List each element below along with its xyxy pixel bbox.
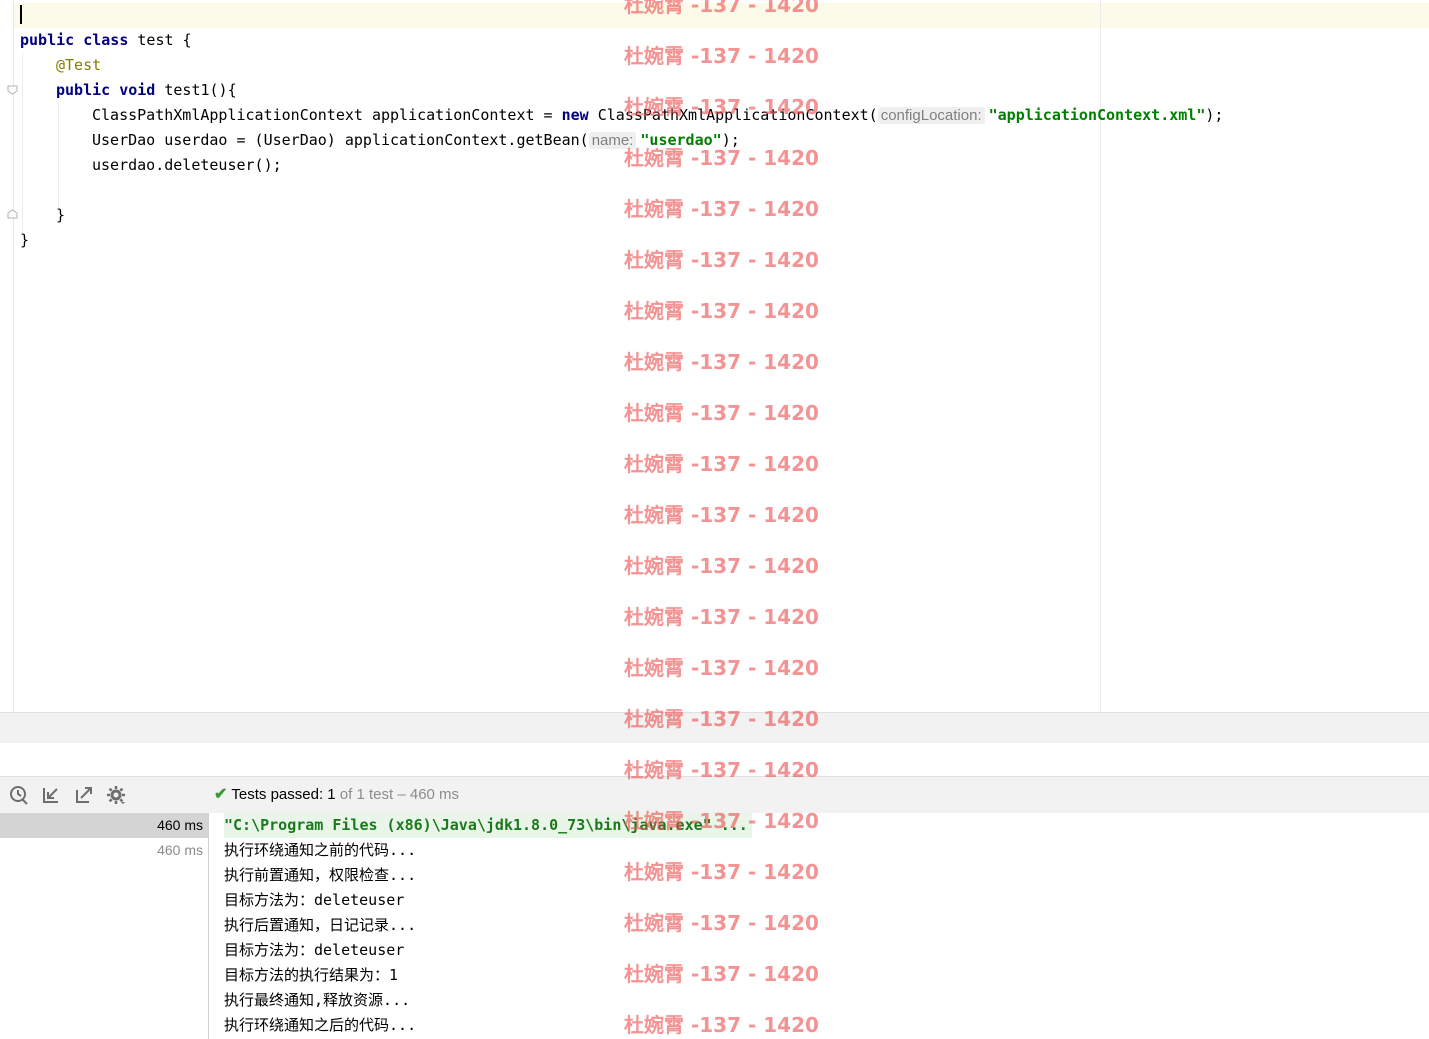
run-toolbar: ✔ Tests passed: 1 of 1 test – 460 ms: [0, 777, 1429, 814]
code-token: test1(){: [164, 81, 237, 99]
status-label: Tests passed:: [231, 786, 328, 803]
code-token: );: [1205, 106, 1224, 124]
code-token: }: [20, 231, 30, 249]
editor-gutter: [13, 0, 14, 712]
current-line-highlight: [14, 3, 1429, 28]
code-token: "applicationContext.xml": [988, 106, 1206, 124]
parameter-hint: configLocation:: [877, 107, 985, 124]
import-tests-icon[interactable]: [41, 785, 61, 805]
code-editor[interactable]: public class test { @Test public void test…: [0, 0, 1429, 712]
code-line[interactable]: }: [56, 203, 65, 228]
console-line: 目标方法为：deleteuser: [224, 891, 405, 909]
code-line[interactable]: UserDao userdao = (UserDao) applicationC…: [92, 128, 740, 153]
code-token: );: [721, 131, 740, 149]
console-line: 目标方法为：deleteuser: [224, 941, 405, 959]
code-token: test {: [137, 31, 192, 49]
text-caret: [20, 5, 22, 24]
code-line[interactable]: }: [20, 228, 29, 253]
code-line[interactable]: @Test: [56, 53, 101, 78]
console-command-line: "C:\Program Files (x86)\Java\jdk1.8.0_73…: [224, 813, 752, 838]
fold-toggle-icon[interactable]: [7, 85, 18, 95]
code-token: UserDao userdao = (UserDao) applicationC…: [92, 131, 589, 149]
code-line[interactable]: userdao.deleteuser();: [92, 153, 282, 178]
test-results-tree: 460 ms 460 ms: [0, 813, 209, 1039]
test-status: ✔ Tests passed: 1 of 1 test – 460 ms: [214, 777, 459, 813]
tree-row-root[interactable]: 460 ms: [0, 813, 208, 838]
code-token: userdao.deleteuser();: [92, 156, 282, 174]
console-line: 执行最终通知,释放资源...: [224, 991, 411, 1009]
settings-icon[interactable]: [106, 785, 126, 805]
history-icon[interactable]: [9, 785, 29, 805]
code-line[interactable]: public class test {: [20, 28, 192, 53]
console-line: 执行环绕通知之后的代码...: [224, 1016, 417, 1034]
console-output[interactable]: "C:\Program Files (x86)\Java\jdk1.8.0_73…: [209, 813, 1429, 1039]
code-token: public: [20, 31, 84, 49]
code-token: ClassPathXmlApplicationContext applicati…: [92, 106, 562, 124]
code-token: new: [561, 106, 598, 124]
export-tests-icon[interactable]: [74, 785, 94, 805]
console-line: 目标方法的执行结果为：1: [224, 966, 399, 984]
parameter-hint: name:: [588, 132, 637, 149]
code-token: class: [83, 31, 138, 49]
code-token: ClassPathXmlApplicationContext(: [597, 106, 878, 124]
console-line: 执行后置通知，日记记录...: [224, 916, 417, 934]
status-summary: of 1 test – 460 ms: [335, 786, 460, 803]
code-token: "userdao": [640, 131, 722, 149]
tree-row-test[interactable]: 460 ms: [0, 838, 208, 863]
check-icon: ✔: [214, 786, 228, 803]
code-line[interactable]: ClassPathXmlApplicationContext applicati…: [92, 103, 1223, 128]
tool-window-header: [0, 743, 1429, 777]
code-token: public: [56, 81, 120, 99]
code-token: }: [56, 206, 66, 224]
indent-guide: [58, 103, 59, 208]
console-line: 执行环绕通知之前的代码...: [224, 841, 417, 859]
status-count: 1: [327, 786, 336, 803]
code-token: @Test: [56, 56, 102, 74]
console-line: 执行前置通知，权限检查...: [224, 866, 417, 884]
indent-guide: [22, 53, 23, 233]
code-token: void: [119, 81, 165, 99]
code-line[interactable]: public void test1(){: [56, 78, 237, 103]
fold-toggle-icon[interactable]: [7, 209, 18, 219]
panel-divider[interactable]: [0, 712, 1429, 744]
